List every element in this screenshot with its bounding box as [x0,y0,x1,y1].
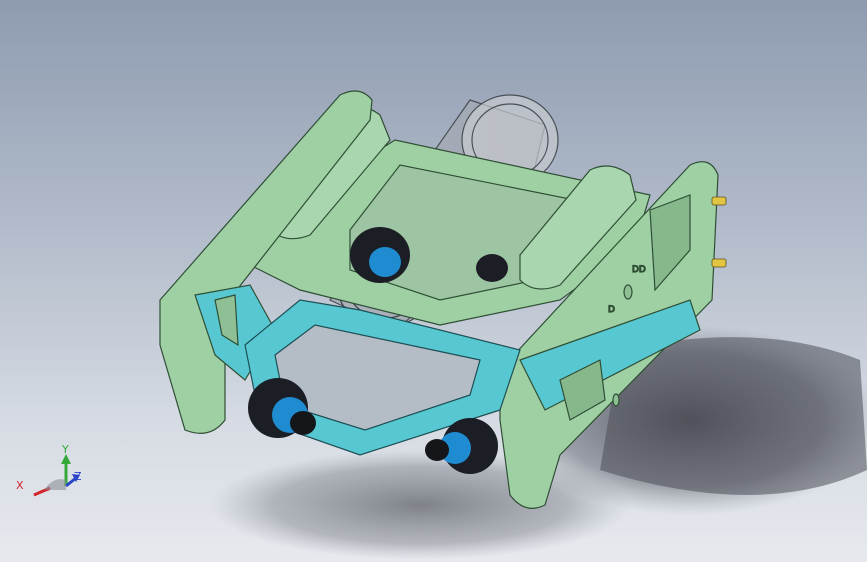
graphics-viewport[interactable]: D DD X Y Z [0,0,867,562]
coordinate-triad: X Y Z [14,440,94,510]
plate-marking-d: D [608,305,615,315]
y-axis-label: Y [62,443,69,456]
x-axis-label: X [16,479,24,492]
thruster-top-center [350,227,410,283]
plate-marking-dd: DD [632,265,646,275]
z-axis-label: Z [74,470,82,483]
rov-frame-model[interactable]: D DD [0,0,867,562]
thruster-top-right [476,254,508,282]
